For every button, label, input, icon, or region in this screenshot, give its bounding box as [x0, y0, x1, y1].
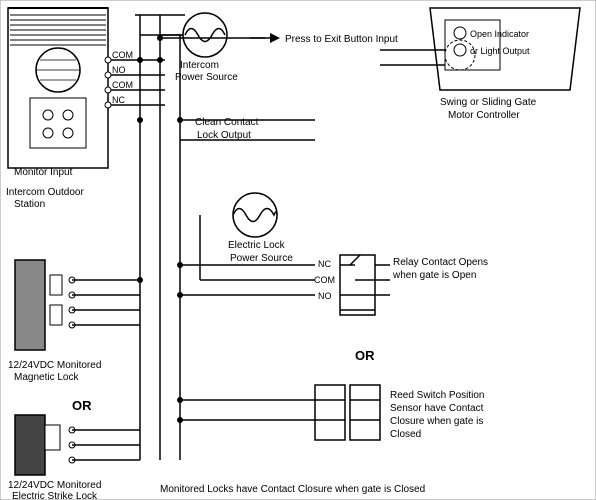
svg-text:Power Source: Power Source	[175, 72, 238, 83]
svg-text:Intercom Outdoor: Intercom Outdoor	[6, 187, 84, 198]
svg-text:Monitored Locks have Contact C: Monitored Locks have Contact Closure whe…	[160, 484, 425, 495]
svg-text:Reed Switch Position: Reed Switch Position	[390, 390, 485, 401]
svg-text:Electric Lock: Electric Lock	[228, 240, 286, 251]
svg-text:Swing or Sliding Gate: Swing or Sliding Gate	[440, 97, 537, 108]
svg-text:Motor Controller: Motor Controller	[448, 110, 520, 121]
svg-text:NC: NC	[318, 259, 331, 269]
svg-text:COM: COM	[112, 50, 133, 60]
svg-text:Power Source: Power Source	[230, 253, 293, 264]
svg-text:Clean Contact: Clean Contact	[195, 117, 259, 128]
svg-text:Closure when gate is: Closure when gate is	[390, 416, 483, 427]
svg-text:Intercom: Intercom	[180, 60, 219, 71]
svg-text:Sensor have Contact: Sensor have Contact	[390, 403, 484, 414]
svg-text:or Light Output: or Light Output	[470, 46, 530, 56]
svg-text:Station: Station	[14, 199, 45, 210]
svg-text:OR: OR	[355, 348, 375, 363]
svg-text:COM: COM	[112, 80, 133, 90]
svg-text:Magnetic Lock: Magnetic Lock	[14, 372, 79, 383]
svg-text:Monitor Input: Monitor Input	[14, 167, 73, 178]
svg-text:NO: NO	[112, 65, 126, 75]
wiring-diagram: Monitor Input Intercom Outdoor Station C…	[0, 0, 596, 500]
svg-text:12/24VDC Monitored: 12/24VDC Monitored	[8, 360, 101, 371]
svg-text:NC: NC	[112, 95, 125, 105]
svg-text:Closed: Closed	[390, 429, 421, 440]
svg-text:Open Indicator: Open Indicator	[470, 29, 529, 39]
svg-text:Electric Strike Lock: Electric Strike Lock	[12, 491, 98, 500]
svg-text:NO: NO	[318, 291, 332, 301]
svg-text:Press to Exit Button Input: Press to Exit Button Input	[285, 34, 398, 45]
svg-text:Relay Contact Opens: Relay Contact Opens	[393, 257, 488, 268]
svg-text:when gate is Open: when gate is Open	[392, 270, 476, 281]
svg-text:COM: COM	[314, 275, 335, 285]
svg-text:OR: OR	[72, 398, 92, 413]
svg-text:12/24VDC Monitored: 12/24VDC Monitored	[8, 480, 101, 491]
